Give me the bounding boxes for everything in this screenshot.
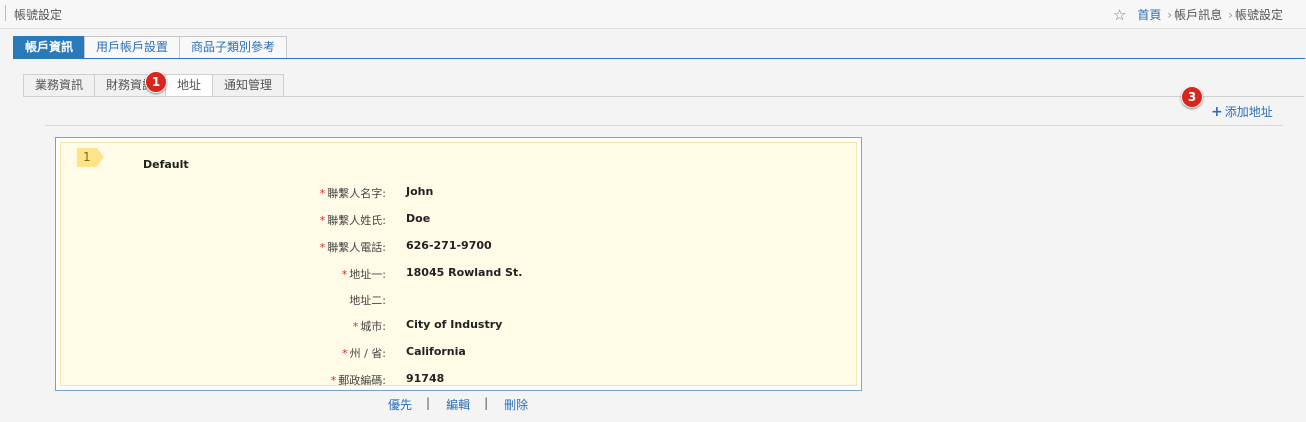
tab-account-info[interactable]: 帳戶資訊 [13,36,86,58]
tab-product-subcategory-reference[interactable]: 商品子類別參考 [179,36,288,58]
required-marker: * [342,347,348,360]
field-label-text: 地址二: [349,294,386,307]
star-icon[interactable]: ☆ [1113,7,1126,22]
field-label: * 聯繫人姓氏: [56,212,386,228]
field-value-state: California [406,345,466,358]
field-label: * 聯繫人電話: [56,239,386,255]
field-value-city: City of Industry [406,318,503,331]
field-label: * 郵政編碼: [56,372,386,388]
breadcrumb-account-settings: 帳號設定 [1234,8,1283,22]
field-label-text: 地址一: [349,268,386,281]
edit-link[interactable]: 編輯 [446,396,470,413]
field-row-last-name: * 聯繫人姓氏: [61,212,386,228]
action-divider: | [426,396,431,410]
field-label: * 地址一: [56,266,386,282]
delete-link[interactable]: 刪除 [504,396,528,413]
field-label: * 聯繫人名字: [56,185,386,201]
required-marker: * [319,187,326,200]
add-address-button[interactable]: + 添加地址 [1211,103,1273,120]
field-label-text: 聯繫人姓氏: [327,214,386,227]
required-marker: * [352,320,359,333]
field-value-postal-code: 91748 [406,372,445,385]
main-tabs: 帳戶資訊 用戶帳戶設置 商品子類別參考 [13,36,288,58]
field-row-city: * 城市: [61,318,386,334]
title-divider [5,5,6,21]
breadcrumb-separator: › [1167,7,1173,22]
required-marker: * [341,268,348,281]
field-row-first-name: * 聯繫人名字: [61,185,386,201]
tab-address[interactable]: 地址 [165,74,214,96]
field-label-text: 聯繫人電話: [327,241,386,254]
tab-business-info[interactable]: 業務資訊 [23,74,96,96]
field-row-phone: * 聯繫人電話: [61,239,386,255]
address-card: 1 Default * 聯繫人名字: John * 聯繫人姓氏: Doe * 聯繫人電… [55,137,862,391]
field-row-state: * 州 / 省: [61,345,386,361]
callout-badge-3: 3 [1181,86,1203,108]
field-value-last-name: Doe [406,212,431,225]
required-marker: * [330,374,337,387]
field-label: * 州 / 省: [56,345,386,361]
field-value-phone: 626-271-9700 [406,239,492,252]
address-name: Default [143,158,189,171]
page-title: 帳號設定 [14,8,63,22]
field-label-text: 聯繫人名字: [327,187,386,200]
field-label-text: 城市: [360,320,386,333]
callout-badge-1: 1 [145,71,167,93]
breadcrumb-account-info[interactable]: 帳戶訊息 [1174,6,1222,23]
address-card-body: 1 Default * 聯繫人名字: John * 聯繫人姓氏: Doe * 聯繫人電… [60,142,857,388]
sub-tabs-underline [23,96,1304,97]
add-address-label: 添加地址 [1224,105,1273,119]
set-priority-link[interactable]: 優先 [388,396,412,413]
address-index-tag: 1 [77,148,104,167]
field-label-text: 郵政編碼: [338,374,386,387]
field-row-address2: 地址二: [61,292,386,308]
main-tabs-underline [13,58,1305,59]
field-value-first-name: John [406,185,434,198]
field-row-postal-code: * 郵政編碼: [61,372,386,388]
address-actions: 優先 | 編輯 | 刪除 [388,396,528,413]
breadcrumb-home-link[interactable]: 首頁 [1137,6,1161,23]
section-divider [45,125,1283,126]
field-value-address1: 18045 Rowland St. [406,266,523,279]
field-label: 地址二: [56,292,386,308]
plus-icon: + [1211,103,1223,120]
tab-notification-management[interactable]: 通知管理 [212,74,285,96]
field-row-address1: * 地址一: [61,266,386,282]
breadcrumb: ☆ 首頁 › 帳戶訊息 › 帳號設定 [1113,6,1283,23]
required-marker: * [319,214,326,227]
action-divider: | [484,396,489,410]
field-label: * 城市: [56,318,386,334]
breadcrumb-separator: › [1228,7,1233,22]
required-marker: * [319,241,326,254]
field-label-text: 州 / 省: [349,347,386,360]
tab-user-account-settings[interactable]: 用戶帳戶設置 [84,36,181,58]
top-bar: 帳號設定 ☆ 首頁 › 帳戶訊息 › 帳號設定 [0,0,1306,29]
